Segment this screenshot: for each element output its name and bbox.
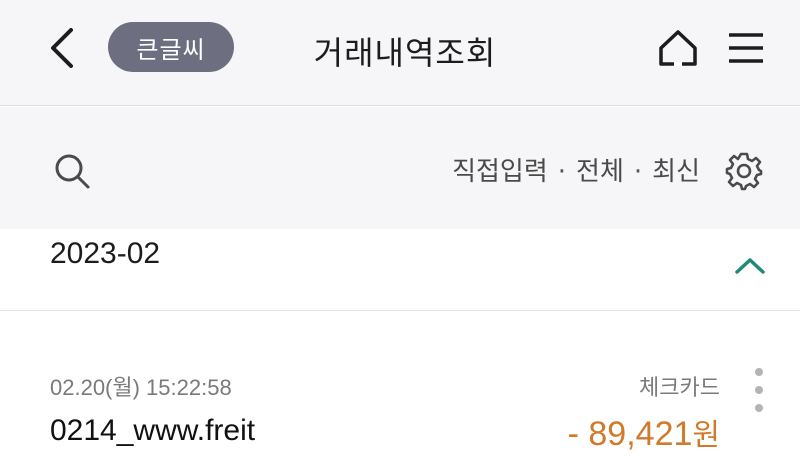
search-icon [55,154,90,189]
large-font-toggle-button[interactable]: 큰글씨 [108,22,234,72]
filter-summary[interactable]: 직접입력 · 전체 · 최신 [420,151,700,188]
home-button[interactable] [654,26,702,70]
chevron-up-icon [735,258,765,274]
page-title: 거래내역조회 [313,34,497,72]
more-vertical-icon-dot [755,386,763,394]
transaction-type: 체크카드 [639,376,720,401]
app-header: 큰글씨 거래내역조회 [0,0,800,106]
transaction-amount: - 89,421원 [480,410,720,454]
transaction-row[interactable]: 02.20(월) 15:22:58 체크카드 0214_www.freit - … [0,312,800,461]
chevron-left-icon [51,28,73,68]
more-vertical-icon-dot [755,404,763,412]
gear-icon [725,152,763,191]
month-label: 2023-02 [50,237,161,270]
transaction-amount-value: - 89,421 [567,415,693,453]
filter-bar: 직접입력 · 전체 · 최신 [0,107,800,229]
filter-scope-label: 전체 [576,157,624,187]
filter-range-label: 직접입력 [452,157,548,187]
transaction-merchant: 0214_www.freit [50,414,256,447]
filter-settings-button[interactable] [720,147,768,195]
transaction-more-button[interactable] [744,368,774,412]
month-group-header[interactable]: 2023-02 [0,229,800,311]
filter-separator: · [633,157,643,187]
transaction-datetime: 02.20(월) 15:22:58 [50,375,232,400]
back-button[interactable] [40,24,84,72]
filter-separator: · [557,157,567,187]
collapse-month-button[interactable] [728,247,772,283]
menu-button[interactable] [722,26,770,70]
home-icon [659,30,697,66]
hamburger-menu-icon [729,33,763,63]
search-button[interactable] [48,147,96,195]
currency-unit: 원 [692,418,720,453]
filter-order-label: 최신 [652,157,700,187]
more-vertical-icon-dot [755,368,763,376]
